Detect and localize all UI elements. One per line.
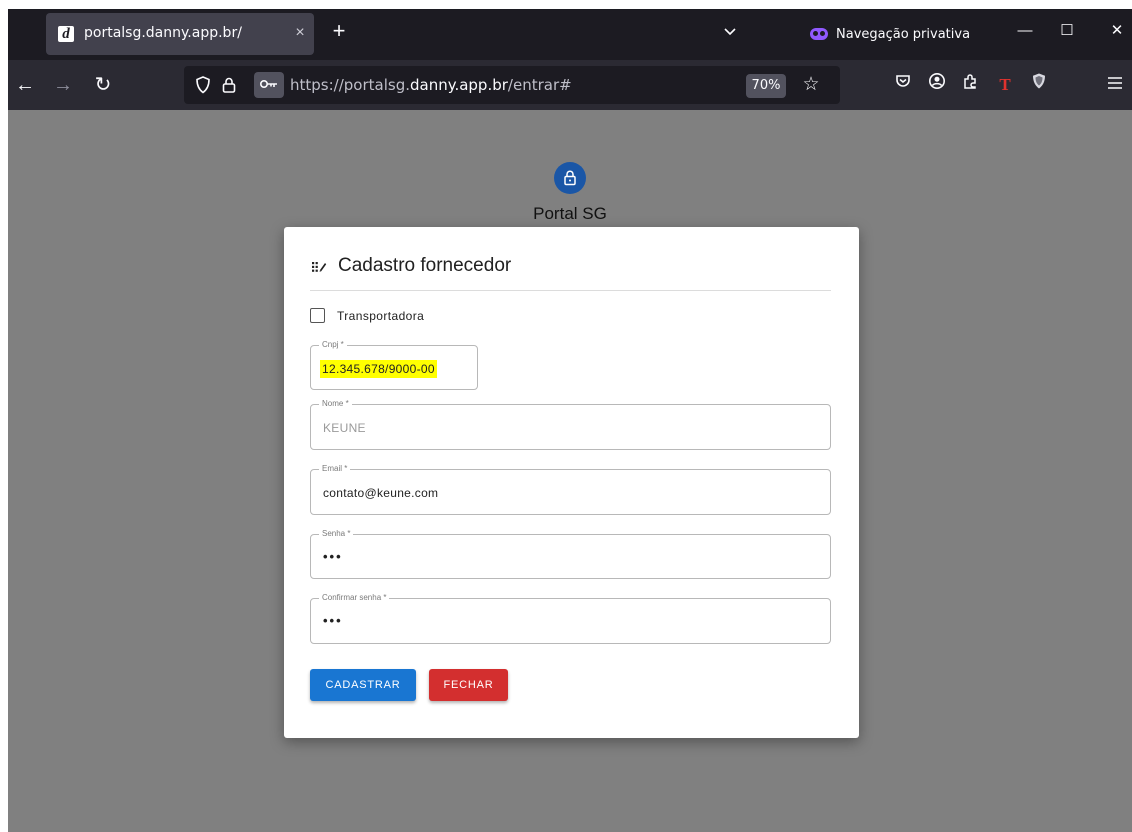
tab-title: portalsg.danny.app.br/: [84, 25, 242, 41]
confirmar-senha-value: •••: [323, 613, 343, 628]
shield-extension-icon[interactable]: [1026, 72, 1052, 98]
account-icon[interactable]: [924, 72, 950, 98]
url-text[interactable]: https://portalsg.danny.app.br/entrar#: [290, 76, 572, 94]
minimize-button[interactable]: —: [1010, 19, 1040, 43]
cnpj-label: Cnpj *: [319, 340, 347, 350]
password-key-icon[interactable]: [254, 72, 284, 98]
url-host: danny.app.br: [409, 76, 508, 94]
window-top-border: [0, 0, 1132, 9]
fechar-button[interactable]: FECHAR: [429, 669, 508, 701]
menu-hamburger-icon[interactable]: [1102, 72, 1128, 98]
new-tab-button[interactable]: +: [328, 20, 350, 43]
nome-value: KEUNE: [323, 421, 366, 435]
email-label: Email *: [319, 464, 351, 474]
confirmar-senha-label: Confirmar senha *: [319, 593, 390, 603]
transportadora-checkbox[interactable]: [310, 308, 325, 323]
navigation-bar: ← → ↻ https://portalsg.danny.app.br/entr…: [8, 60, 1132, 110]
forward-button[interactable]: →: [50, 72, 76, 98]
zoom-level-badge[interactable]: 70%: [746, 74, 786, 98]
site-favicon-icon: d: [58, 26, 74, 42]
tab-bar: d portalsg.danny.app.br/ × + Navegação p…: [8, 9, 1132, 60]
portal-title: Portal SG: [533, 204, 607, 223]
browser-tab[interactable]: d portalsg.danny.app.br/ ×: [46, 13, 314, 55]
senha-label: Senha *: [319, 529, 354, 539]
cnpj-highlighted-text: 12.345.678/9000-00: [320, 360, 437, 378]
nome-label: Nome *: [319, 399, 352, 409]
page-content: Portal SG Cadastro fornecedor Transporta…: [8, 110, 1132, 832]
private-browsing-label: Navegação privativa: [836, 26, 971, 42]
cnpj-value: 12.345.678/9000-00: [320, 360, 437, 378]
transportadora-checkbox-row[interactable]: Transportadora: [310, 308, 424, 323]
dialog-title: Cadastro fornecedor: [338, 255, 512, 276]
extensions-puzzle-icon[interactable]: [958, 72, 984, 98]
pocket-icon[interactable]: [890, 72, 916, 98]
supplier-registration-dialog: Cadastro fornecedor Transportadora Cnpj …: [284, 227, 859, 738]
nome-field[interactable]: Nome * KEUNE: [310, 399, 831, 450]
back-button[interactable]: ←: [12, 72, 38, 98]
private-mask-icon: [810, 28, 828, 40]
senha-value: •••: [323, 549, 343, 564]
email-field[interactable]: Email * contato@keune.com: [310, 464, 831, 515]
bookmark-star-icon[interactable]: ☆: [798, 72, 824, 98]
email-value: contato@keune.com: [323, 486, 439, 500]
title-divider: [310, 290, 831, 291]
cnpj-field[interactable]: Cnpj * 12.345.678/9000-00: [310, 340, 478, 390]
transportadora-label: Transportadora: [337, 308, 425, 323]
lock-icon[interactable]: [220, 75, 238, 95]
private-browsing-indicator: Navegação privativa: [810, 24, 970, 44]
url-path: /entrar#: [507, 76, 572, 94]
tracking-protection-shield-icon[interactable]: [194, 75, 212, 95]
confirmar-senha-field[interactable]: Confirmar senha * •••: [310, 593, 831, 644]
maximize-button[interactable]: ☐: [1052, 19, 1082, 43]
extension-t-icon[interactable]: T: [992, 72, 1018, 98]
close-tab-icon[interactable]: ×: [289, 22, 311, 44]
url-scheme: https://portalsg.: [290, 76, 410, 94]
senha-field[interactable]: Senha * •••: [310, 529, 831, 579]
cadastrar-button[interactable]: CADASTRAR: [310, 669, 416, 701]
tab-list-chevron-icon[interactable]: [720, 23, 740, 43]
url-bar[interactable]: https://portalsg.danny.app.br/entrar# 70…: [184, 66, 840, 104]
lock-icon: [554, 162, 586, 194]
registration-form-icon: [311, 259, 327, 275]
browser-window: d portalsg.danny.app.br/ × + Navegação p…: [0, 0, 1132, 832]
window-left-border: [0, 0, 8, 832]
close-window-button[interactable]: ✕: [1102, 19, 1132, 43]
reload-button[interactable]: ↻: [90, 72, 116, 98]
